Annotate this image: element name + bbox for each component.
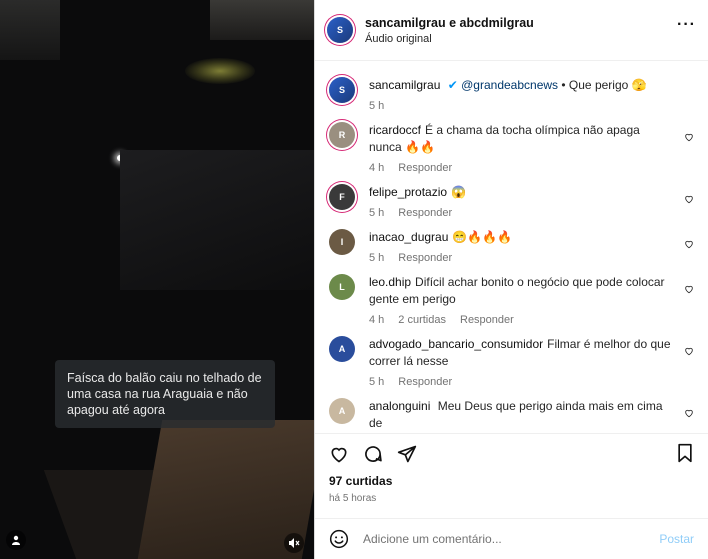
author-avatar[interactable]: S xyxy=(327,17,353,43)
comments-list[interactable]: S sancamilgrau ✔ @grandeabcnews • Que pe… xyxy=(315,61,708,433)
avatar[interactable]: A xyxy=(329,336,355,362)
comment-username[interactable]: analonguini xyxy=(369,399,430,413)
like-count[interactable]: 97 curtidas xyxy=(315,474,708,488)
avatar[interactable]: L xyxy=(329,274,355,300)
avatar[interactable]: I xyxy=(329,229,355,255)
mention-link[interactable]: @grandeabcnews xyxy=(461,78,558,92)
post-modal: Faísca do balão caiu no telhado de uma c… xyxy=(0,0,708,559)
post-caption: S sancamilgrau ✔ @grandeabcnews • Que pe… xyxy=(329,77,694,112)
comment-time: 4 h xyxy=(369,162,385,174)
video-building-right xyxy=(210,0,314,40)
post-time: 5 h xyxy=(369,100,385,112)
comment-time: 5 h xyxy=(369,252,385,264)
reply-button[interactable]: Responder xyxy=(398,376,452,388)
video-dark-roof xyxy=(120,150,314,290)
post-sidebar: S sancamilgrau e abcdmilgrau Áudio origi… xyxy=(314,0,708,559)
avatar[interactable]: F xyxy=(329,184,355,210)
caption-text: • Que perigo 🫣 xyxy=(561,78,647,92)
audio-label[interactable]: Áudio original xyxy=(365,33,534,45)
comment-item: R ricardoccf É a chama da tocha olímpica … xyxy=(329,122,694,174)
post-age[interactable]: há 5 horas xyxy=(315,493,708,504)
comment-username[interactable]: felipe_protazio xyxy=(369,185,447,199)
like-heart-icon[interactable] xyxy=(684,346,694,356)
action-bar xyxy=(315,433,708,474)
add-comment-bar: Postar xyxy=(315,518,708,559)
comment-username[interactable]: advogado_bancario_consumidor xyxy=(369,337,543,351)
reply-button[interactable]: Responder xyxy=(460,314,514,326)
share-icon[interactable] xyxy=(397,444,417,464)
save-bookmark-icon[interactable] xyxy=(676,443,694,463)
avatar[interactable]: S xyxy=(329,77,355,103)
avatar[interactable]: R xyxy=(329,122,355,148)
speaker-muted-icon xyxy=(289,538,300,548)
more-options-icon[interactable]: ··· xyxy=(677,16,696,34)
comment-username[interactable]: inacao_dugrau xyxy=(369,230,448,244)
like-heart-icon[interactable] xyxy=(684,408,694,418)
comment-input[interactable] xyxy=(361,531,605,547)
comment-time: 5 h xyxy=(369,376,385,388)
comment-username[interactable]: ricardoccf xyxy=(369,123,421,137)
comment-username[interactable]: sancamilgrau xyxy=(369,78,440,92)
like-heart-icon[interactable] xyxy=(684,132,694,142)
emoji-icon[interactable] xyxy=(329,529,349,549)
comment-time: 4 h xyxy=(369,314,385,326)
reply-button[interactable]: Responder xyxy=(398,252,452,264)
comment-item: A analonguini Meu Deus que perigo ainda … xyxy=(329,398,694,432)
like-heart-icon[interactable] xyxy=(684,284,694,294)
person-icon xyxy=(12,535,20,545)
tagged-user-button[interactable] xyxy=(6,530,26,550)
like-heart-icon[interactable] xyxy=(684,239,694,249)
mute-button[interactable] xyxy=(284,533,304,553)
comment-item: A advogado_bancario_consumidor Filmar é m… xyxy=(329,336,694,388)
post-comment-button[interactable]: Postar xyxy=(659,532,694,546)
verified-icon: ✔ xyxy=(447,78,458,92)
comment-item: I inacao_dugrau 😁🔥🔥🔥 5 h Responder xyxy=(329,229,694,264)
comment-text: 😁🔥🔥🔥 xyxy=(452,230,513,244)
comment-time: 5 h xyxy=(369,207,385,219)
reel-video[interactable]: Faísca do balão caiu no telhado de uma c… xyxy=(0,0,314,559)
comment-text: Difícil achar bonito o negócio que pode … xyxy=(369,275,665,306)
comment-icon[interactable] xyxy=(363,444,383,464)
reply-button[interactable]: Responder xyxy=(398,162,452,174)
post-authors[interactable]: sancamilgrau e abcdmilgrau xyxy=(365,16,534,30)
comment-item: F felipe_protazio 😱 5 h Responder xyxy=(329,184,694,219)
like-heart-icon[interactable] xyxy=(684,194,694,204)
reply-button[interactable]: Responder xyxy=(398,207,452,219)
like-icon[interactable] xyxy=(329,444,349,464)
comment-likes[interactable]: 2 curtidas xyxy=(398,314,446,326)
comment-item: L leo.dhip Difícil achar bonito o negócio… xyxy=(329,274,694,326)
comment-text: 😱 xyxy=(451,185,467,199)
comment-username[interactable]: leo.dhip xyxy=(369,275,411,289)
post-header: S sancamilgrau e abcdmilgrau Áudio origi… xyxy=(315,0,708,61)
video-building-left xyxy=(0,0,60,60)
avatar[interactable]: A xyxy=(329,398,355,424)
video-distant-lights xyxy=(185,58,255,84)
video-caption: Faísca do balão caiu no telhado de uma c… xyxy=(55,360,275,428)
